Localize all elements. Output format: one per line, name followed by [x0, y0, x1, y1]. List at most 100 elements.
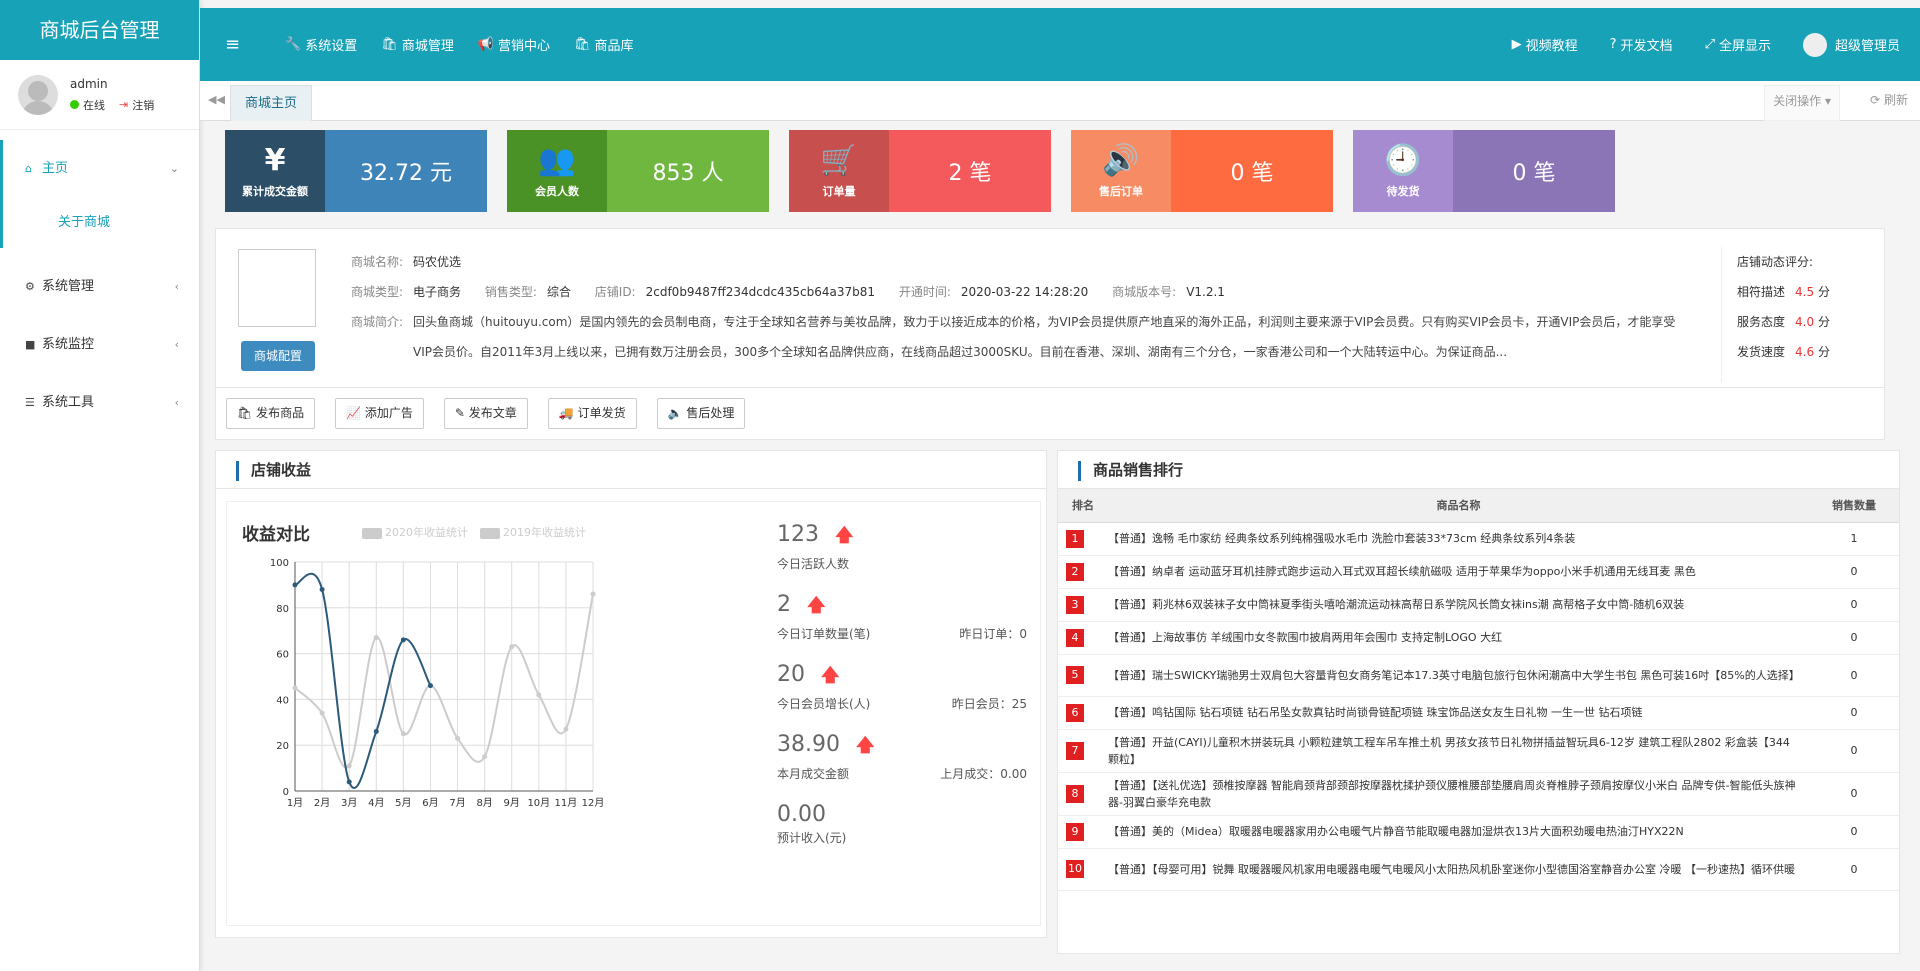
stat-card-aftersale[interactable]: 🔊 售后订单 0 笔: [1071, 130, 1333, 212]
arrow-up-icon: 🡅: [855, 735, 875, 756]
tab-prev-icon[interactable]: ◀◀: [208, 93, 225, 106]
chart-legend[interactable]: 2020年收益统计 2019年收益统计: [362, 524, 586, 540]
sales-qty: 0: [1809, 621, 1899, 655]
income-chart-box: 收益对比 2020年收益统计 2019年收益统计 0 20 40 60 80 100 1月 2…: [226, 501, 1041, 926]
table-row[interactable]: 4 【普通】上海故事仿 羊绒围巾女冬款围巾披肩两用年会围巾 支持定制LOGO 大红…: [1058, 621, 1899, 655]
sidebar: 商城后台管理 admin 在线 ⇥ 注销 ⌂ 主页 ⌄ 关于商城 ⚙ 系统管理 ‹ …: [0, 0, 200, 971]
table-row[interactable]: 10 【普通】【母婴可用】锐舞 取暖器暖风机家用电暖器电暖气电暖风小太阳热风机卧室…: [1058, 848, 1899, 891]
x-tick-label: 3月: [341, 797, 357, 809]
data-point: [536, 692, 542, 698]
kpi-value: 20: [777, 662, 805, 687]
kpi-label: 预计收入(元): [777, 831, 847, 845]
data-point: [292, 685, 298, 691]
table-row[interactable]: 6 【普通】鸣钻国际 钻石项链 钻石吊坠女款真钻时尚锁骨链配项链 珠宝饰品送女友生…: [1058, 696, 1899, 730]
logout-icon[interactable]: ⇥: [119, 98, 128, 111]
top-menu-system-settings[interactable]: 🔧 系统设置: [285, 35, 357, 54]
user-name: admin: [70, 76, 108, 91]
table-row[interactable]: 8 【普通】【送礼优选】颈椎按摩器 智能肩颈背部颈部按摩器枕揉护颈仪腰椎腰部垫腰肩…: [1058, 772, 1899, 816]
kpi-side-note: 昨日订单：0: [959, 627, 1027, 641]
sidebar-item-system-tools[interactable]: ☰ 系统工具 ‹: [0, 374, 199, 432]
sidebar-item-about[interactable]: 关于商城: [0, 198, 199, 248]
col-header-qty: 销售数量: [1809, 489, 1899, 523]
kpi-item: 0.00 预计收入(元): [777, 802, 1027, 872]
table-row[interactable]: 7 【普通】开益(CAYI)儿童积木拼装玩具 小颗粒建筑工程车吊车推土机 男孩女孩…: [1058, 729, 1899, 773]
chart-line-icon: 📈: [346, 406, 362, 420]
x-tick-label: 6月: [422, 797, 438, 809]
sales-qty: 0: [1809, 729, 1899, 773]
table-row[interactable]: 9 【普通】美的（Midea）取暖器电暖器家用办公电暖气片静音节能取暖电器加湿烘衣…: [1058, 815, 1899, 849]
aftersale-button[interactable]: 🔈 售后处理: [656, 398, 746, 429]
sales-ranking-panel: 商品销售排行 排名 商品名称 销售数量 1 【普通】逸畅 毛巾家纺 经典条纹系列纯…: [1057, 450, 1900, 954]
product-name[interactable]: 【普通】纳卓者 运动蓝牙耳机挂脖式跑步运动入耳式双耳超长续航磁吸 适用于苹果华为…: [1108, 555, 1809, 589]
tab-mall-home[interactable]: 商城主页: [230, 85, 313, 121]
hamburger-menu-icon[interactable]: ≡: [225, 34, 240, 55]
product-name[interactable]: 【普通】开益(CAYI)儿童积木拼装玩具 小颗粒建筑工程车吊车推土机 男孩女孩节…: [1108, 729, 1809, 773]
sidebar-item-system-manage[interactable]: ⚙ 系统管理 ‹: [0, 258, 199, 316]
ranking-table: 排名 商品名称 销售数量 1 【普通】逸畅 毛巾家纺 经典条纹系列纯棉强吸水毛巾 …: [1058, 489, 1899, 891]
rank-badge: 10: [1066, 860, 1084, 878]
arrow-up-icon: 🡅: [821, 665, 840, 686]
data-point: [400, 637, 406, 643]
chevron-left-icon: ‹: [174, 338, 179, 351]
top-menu-mall-manage[interactable]: 🛍 商城管理: [381, 35, 454, 54]
shop-logo-image: [238, 249, 316, 327]
series-line-2020: [294, 572, 432, 790]
stat-card-revenue[interactable]: ¥ 累计成交金额 32.72 元: [225, 130, 487, 212]
speaker-icon: 🔈: [667, 406, 683, 420]
product-name[interactable]: 【普通】【送礼优选】颈椎按摩器 智能肩颈背部颈部按摩器枕揉护颈仪腰椎腰部垫腰肩周…: [1108, 772, 1809, 816]
top-user-avatar[interactable]: [1802, 32, 1827, 57]
product-name[interactable]: 【普通】鸣钻国际 钻石项链 钻石吊坠女款真钻时尚锁骨链配项链 珠宝饰品送女友生日…: [1108, 696, 1809, 730]
shop-id: 2cdf0b9487ff234dcdc435cb64a37b81: [645, 285, 875, 299]
sidebar-item-home[interactable]: ⌂ 主页 ⌄: [0, 140, 199, 198]
kpi-value: 2: [777, 592, 791, 617]
x-tick-label: 1月: [287, 797, 303, 809]
top-user-name[interactable]: 超级管理员: [1835, 35, 1900, 54]
data-point: [346, 763, 352, 769]
fullscreen-link[interactable]: ⤢ 全屏显示: [1705, 35, 1771, 54]
table-row[interactable]: 5 【普通】瑞士SWICKY瑞驰男士双肩包大容量背包女商务笔记本17.3英寸电脑包…: [1058, 654, 1899, 697]
col-header-rank: 排名: [1058, 489, 1108, 523]
ship-order-button[interactable]: 🚚 订单发货: [547, 398, 637, 429]
product-name[interactable]: 【普通】逸畅 毛巾家纺 经典条纹系列纯棉强吸水毛巾 洗脸巾套装33*73cm 经…: [1108, 522, 1809, 556]
stat-card-pending-ship[interactable]: 🕘 待发货 0 笔: [1353, 130, 1615, 212]
top-menu-marketing[interactable]: 📢 营销中心: [478, 35, 550, 54]
refresh-button[interactable]: ⟳ 刷新: [1870, 91, 1908, 108]
y-tick-label: 20: [276, 741, 289, 752]
shop-config-button[interactable]: 商城配置: [241, 341, 315, 371]
edit-icon: ✎: [454, 406, 465, 420]
rating-delivery: 发货速度 4.6 分: [1737, 345, 1830, 359]
table-row[interactable]: 2 【普通】纳卓者 运动蓝牙耳机挂脖式跑步运动入耳式双耳超长续航磁吸 适用于苹果华…: [1058, 555, 1899, 589]
add-ad-button[interactable]: 📈 添加广告: [335, 398, 424, 429]
legend-item-2020: 2020年收益统计: [362, 524, 468, 540]
chevron-left-icon: ‹: [174, 280, 179, 293]
sales-qty: 0: [1809, 848, 1899, 891]
kpi-label: 今日活跃人数: [777, 557, 850, 571]
data-point: [373, 728, 379, 734]
product-name[interactable]: 【普通】莉兆林6双装袜子女中筒袜夏季街头嘻哈潮流运动袜高帮日系学院风长筒女袜in…: [1108, 588, 1809, 622]
product-name[interactable]: 【普通】美的（Midea）取暖器电暖器家用办公电暖气片静音节能取暖电器加湿烘衣1…: [1108, 815, 1809, 849]
data-point: [292, 582, 298, 588]
sales-qty: 0: [1809, 555, 1899, 589]
data-point: [427, 683, 433, 689]
sales-qty: 0: [1809, 696, 1899, 730]
kpi-item: 123 🡅 今日活跃人数: [777, 522, 1027, 592]
publish-product-button[interactable]: 🛍 发布商品: [226, 398, 316, 429]
product-name[interactable]: 【普通】瑞士SWICKY瑞驰男士双肩包大容量背包女商务笔记本17.3英寸电脑包旅…: [1108, 654, 1809, 697]
video-tutorial-link[interactable]: ▶ 视频教程: [1512, 35, 1578, 54]
list-icon: ☰: [25, 396, 35, 409]
product-name[interactable]: 【普通】上海故事仿 羊绒围巾女冬款围巾披肩两用年会围巾 支持定制LOGO 大红: [1108, 621, 1809, 655]
close-ops-dropdown[interactable]: 关闭操作 ▾: [1764, 85, 1840, 121]
chevron-left-icon: ‹: [174, 396, 179, 409]
kpi-item: 38.90 🡅 本月成交金额 上月成交：0.00: [777, 732, 1027, 802]
top-menu-product-library[interactable]: 🛍 商品库: [574, 35, 634, 54]
logout-link[interactable]: 注销: [132, 97, 154, 113]
publish-article-button[interactable]: ✎ 发布文章: [443, 398, 528, 429]
product-name[interactable]: 【普通】【母婴可用】锐舞 取暖器暖风机家用电暖器电暖气电暖风小太阳热风机卧室迷你…: [1108, 848, 1809, 891]
table-row[interactable]: 1 【普通】逸畅 毛巾家纺 经典条纹系列纯棉强吸水毛巾 洗脸巾套装33*73cm …: [1058, 522, 1899, 556]
dev-docs-link[interactable]: ? 开发文档: [1610, 35, 1673, 54]
stat-card-orders[interactable]: 🛒 订单量 2 笔: [789, 130, 1051, 212]
y-tick-label: 60: [276, 650, 289, 661]
stat-card-members[interactable]: 👥 会员人数 853 人: [507, 130, 769, 212]
sidebar-item-system-monitor[interactable]: ■ 系统监控 ‹: [0, 316, 199, 374]
table-row[interactable]: 3 【普通】莉兆林6双装袜子女中筒袜夏季街头嘻哈潮流运动袜高帮日系学院风长筒女袜i…: [1058, 588, 1899, 622]
